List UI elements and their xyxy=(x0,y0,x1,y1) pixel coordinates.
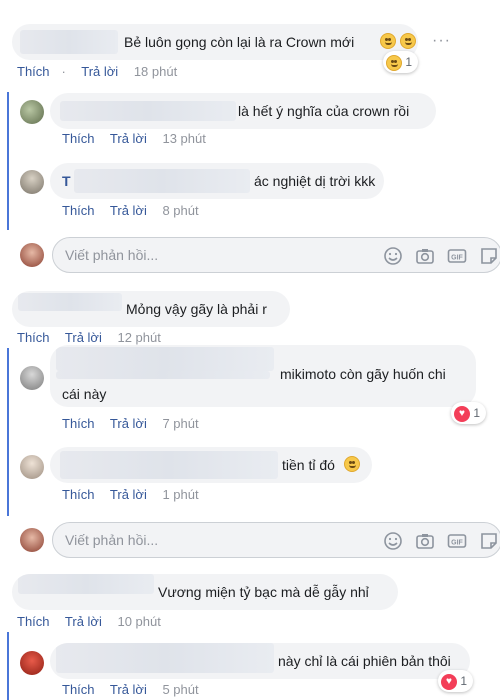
comment-bubble: Mỏng vậy gãy là phải r xyxy=(12,291,290,327)
redacted-name xyxy=(56,643,274,673)
reply-time[interactable]: 7 phút xyxy=(162,416,198,431)
comment-bubble: Vương miện tỷ bạc mà dễ gẫy nhỉ xyxy=(12,574,398,610)
love-reaction-icon: ♥ xyxy=(441,673,457,690)
reply-link[interactable]: Trả lời xyxy=(110,416,147,431)
avatar[interactable] xyxy=(20,100,44,124)
thread-line xyxy=(7,632,9,700)
emoji-icon[interactable] xyxy=(383,531,403,551)
svg-text:GIF: GIF xyxy=(451,540,463,547)
svg-text:GIF: GIF xyxy=(451,255,463,262)
reply-text: tiền tỉ đó xyxy=(282,457,335,473)
reply-time[interactable]: 13 phút xyxy=(162,131,205,146)
current-user-avatar xyxy=(20,243,44,267)
redacted-name xyxy=(56,347,274,371)
reply-bubble: T ác nghiệt dị trời kkk xyxy=(50,163,384,199)
comment-actions: Thích · Trả lời 18 phút xyxy=(17,64,178,79)
redacted-name xyxy=(60,451,278,479)
comment-time[interactable]: 18 phút xyxy=(134,64,177,79)
thread-line xyxy=(7,348,9,516)
reply-link[interactable]: Trả lời xyxy=(110,203,147,218)
reply-text: ác nghiệt dị trời kkk xyxy=(254,173,376,189)
reply-actions: Thích Trả lời 8 phút xyxy=(62,203,211,218)
reply-time[interactable]: 8 phút xyxy=(162,203,198,218)
laugh-reaction-icon xyxy=(386,54,402,71)
like-link[interactable]: Thích xyxy=(62,682,95,697)
redacted-name xyxy=(18,293,122,311)
grin-emoji-icon xyxy=(344,456,360,472)
comment-text: Vương miện tỷ bạc mà dễ gẫy nhỉ xyxy=(158,584,369,600)
gif-icon[interactable]: GIF xyxy=(447,246,467,266)
comment-bubble: Bẻ luôn gọng còn lại là ra Crown mới xyxy=(12,24,418,60)
reply-link[interactable]: Trả lời xyxy=(65,330,102,345)
reply-actions: Thích Trả lời 1 phút xyxy=(62,487,211,502)
redacted-name xyxy=(56,371,270,379)
redacted-name xyxy=(74,169,250,193)
reply-link[interactable]: Trả lời xyxy=(110,131,147,146)
reply-text-line1: mikimoto còn gãy huốn chi xyxy=(280,366,446,382)
reply-link[interactable]: Trả lời xyxy=(65,614,102,629)
current-user-avatar xyxy=(20,528,44,552)
grin-emoji-icon xyxy=(400,33,416,49)
redacted-name xyxy=(20,30,118,54)
avatar[interactable] xyxy=(20,366,44,390)
reply-bubble: mikimoto còn gãy huốn chi cái này xyxy=(50,345,476,407)
comment-time[interactable]: 10 phút xyxy=(117,614,160,629)
like-link[interactable]: Thích xyxy=(17,330,50,345)
avatar[interactable] xyxy=(20,651,44,675)
reply-placeholder: Viết phản hồi... xyxy=(65,247,159,263)
reply-text: là hết ý nghĩa của crown rồi xyxy=(238,103,410,119)
reply-text-line2: cái này xyxy=(62,386,107,402)
sticker-icon[interactable] xyxy=(479,531,499,551)
reply-actions: Thích Trả lời 13 phút xyxy=(62,131,218,146)
comment-actions: Thích Trả lời 10 phút xyxy=(17,614,173,629)
like-link[interactable]: Thích xyxy=(62,416,95,431)
reply-bubble: này chỉ là cái phiên bản thôi xyxy=(50,643,470,679)
thread-line xyxy=(7,92,9,230)
comment-text: Mỏng vậy gãy là phải r xyxy=(126,301,267,317)
love-reaction-icon: ♥ xyxy=(454,405,470,422)
reply-placeholder: Viết phản hồi... xyxy=(65,532,159,548)
camera-icon[interactable] xyxy=(415,246,435,266)
redacted-name xyxy=(60,101,236,121)
emoji-icon[interactable] xyxy=(383,246,403,266)
reply-text: này chỉ là cái phiên bản thôi xyxy=(278,653,451,669)
redacted-name xyxy=(18,574,154,594)
reply-actions: Thích Trả lời 7 phút xyxy=(62,416,211,431)
reply-link[interactable]: Trả lời xyxy=(110,682,147,697)
like-link[interactable]: Thích xyxy=(17,614,50,629)
like-link[interactable]: Thích xyxy=(62,487,95,502)
reply-bubble: tiền tỉ đó xyxy=(50,447,372,483)
reaction-badge[interactable]: ♥ 1 xyxy=(438,670,474,692)
reply-link[interactable]: Trả lời xyxy=(81,64,118,79)
like-link[interactable]: Thích xyxy=(62,203,95,218)
smile-emoji-icon xyxy=(380,33,396,49)
comment-time[interactable]: 12 phút xyxy=(117,330,160,345)
camera-icon[interactable] xyxy=(415,531,435,551)
more-options-icon[interactable]: ··· xyxy=(432,32,451,50)
reply-actions: Thích Trả lời 5 phút xyxy=(62,682,211,697)
like-link[interactable]: Thích xyxy=(62,131,95,146)
reply-time[interactable]: 5 phút xyxy=(162,682,198,697)
like-link[interactable]: Thích xyxy=(17,64,50,79)
reaction-badge[interactable]: 1 xyxy=(383,51,419,73)
avatar[interactable] xyxy=(20,170,44,194)
reply-input[interactable]: Viết phản hồi... GIF xyxy=(52,522,500,558)
reply-bubble: là hết ý nghĩa của crown rồi xyxy=(50,93,436,129)
reply-time[interactable]: 1 phút xyxy=(162,487,198,502)
reply-input[interactable]: Viết phản hồi... GIF xyxy=(52,237,500,273)
avatar[interactable] xyxy=(20,455,44,479)
reply-link[interactable]: Trả lời xyxy=(110,487,147,502)
reaction-badge[interactable]: ♥ 1 xyxy=(451,402,487,424)
sticker-icon[interactable] xyxy=(479,246,499,266)
comment-actions: Thích Trả lời 12 phút xyxy=(17,330,173,345)
reply-author-initial[interactable]: T xyxy=(62,163,71,199)
gif-icon[interactable]: GIF xyxy=(447,531,467,551)
comment-text: Bẻ luôn gọng còn lại là ra Crown mới xyxy=(124,34,355,50)
